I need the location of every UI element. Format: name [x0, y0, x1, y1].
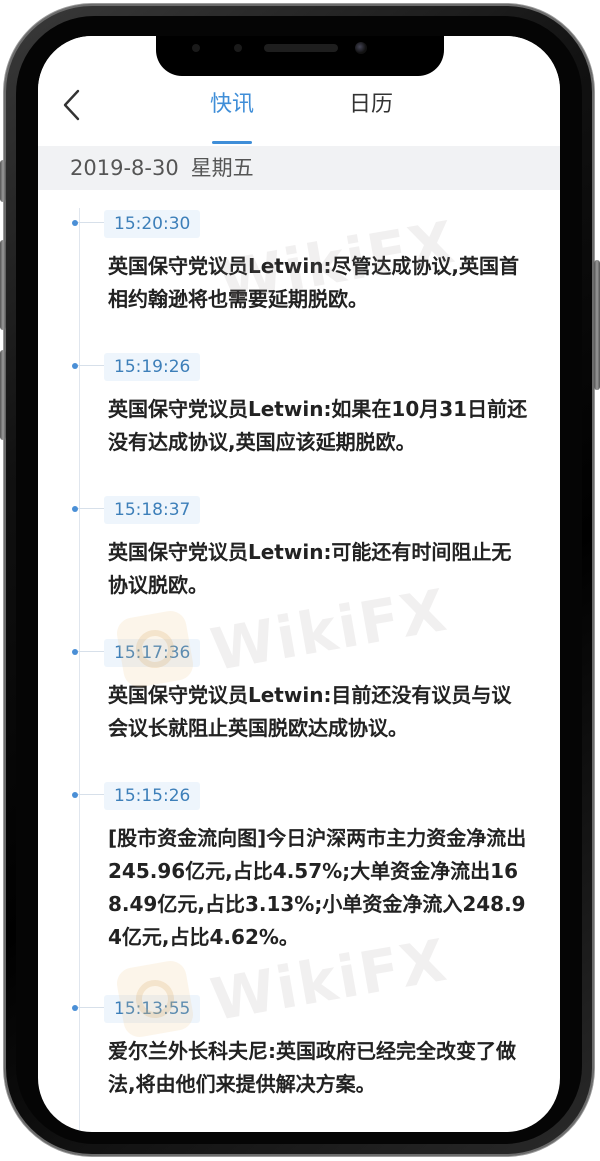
timeline-dot	[72, 1005, 78, 1011]
tab-calendar[interactable]: 日历	[349, 90, 393, 120]
date-label: 2019-8-30	[70, 156, 179, 180]
battery-icon	[546, 40, 560, 50]
news-time: 15:20:30	[104, 210, 201, 238]
news-time: 15:17:36	[104, 639, 201, 667]
timeline-dot	[72, 363, 78, 369]
news-feed[interactable]: 15:20:30 英国保守党议员Letwin:尽管达成协议,英国首相约翰逊将也需…	[38, 190, 560, 1132]
weekday-label: 星期五	[190, 156, 254, 180]
news-time: 15:18:37	[104, 496, 201, 524]
news-text: 英国保守党议员Letwin:可能还有时间阻止无协议脱欧。	[108, 540, 512, 597]
active-tab-indicator	[212, 141, 252, 144]
news-text: 英国保守党议员Letwin:尽管达成协议,英国首相约翰逊将也需要延期脱欧。	[108, 254, 520, 311]
chevron-left-icon	[63, 89, 80, 121]
timeline-dot	[72, 649, 78, 655]
back-button[interactable]	[60, 88, 84, 122]
timeline-dot	[72, 792, 78, 798]
news-text: 英国保守党议员Letwin:如果在10月31日前还没有达成协议,英国应该延期脱欧…	[108, 397, 528, 454]
timeline-dot	[72, 220, 78, 226]
earpiece-speaker	[264, 44, 338, 52]
timeline-dot	[72, 506, 78, 512]
news-time: 15:19:26	[104, 353, 201, 381]
screen: 快讯 日历 2019-8-30 星期五 15:20:30 英国保守党议员Letwi…	[38, 36, 560, 1132]
news-time: 15:13:55	[104, 995, 201, 1023]
volume-down-button	[0, 350, 6, 440]
volume-up-button	[0, 240, 6, 330]
timeline-line	[79, 208, 80, 1132]
sensor-dot	[234, 44, 242, 52]
news-text: 英国保守党议员Letwin:目前还没有议员与议会议长就阻止英国脱欧达成协议。	[108, 683, 512, 740]
silent-switch	[0, 160, 6, 202]
news-text: 爱尔兰外长科夫尼:英国政府已经完全改变了做法,将由他们来提供解决方案。	[108, 1039, 516, 1096]
sensor-dot	[192, 44, 200, 52]
power-button	[594, 260, 600, 390]
date-header: 2019-8-30 星期五	[38, 146, 560, 190]
tab-flash-news[interactable]: 快讯	[210, 90, 254, 120]
news-time: 15:15:26	[104, 782, 201, 810]
notch	[156, 36, 444, 76]
news-text: [股市资金流向图]今日沪深两市主力资金净流出245.96亿元,占比4.57%;大…	[108, 826, 527, 949]
front-camera	[355, 42, 367, 54]
